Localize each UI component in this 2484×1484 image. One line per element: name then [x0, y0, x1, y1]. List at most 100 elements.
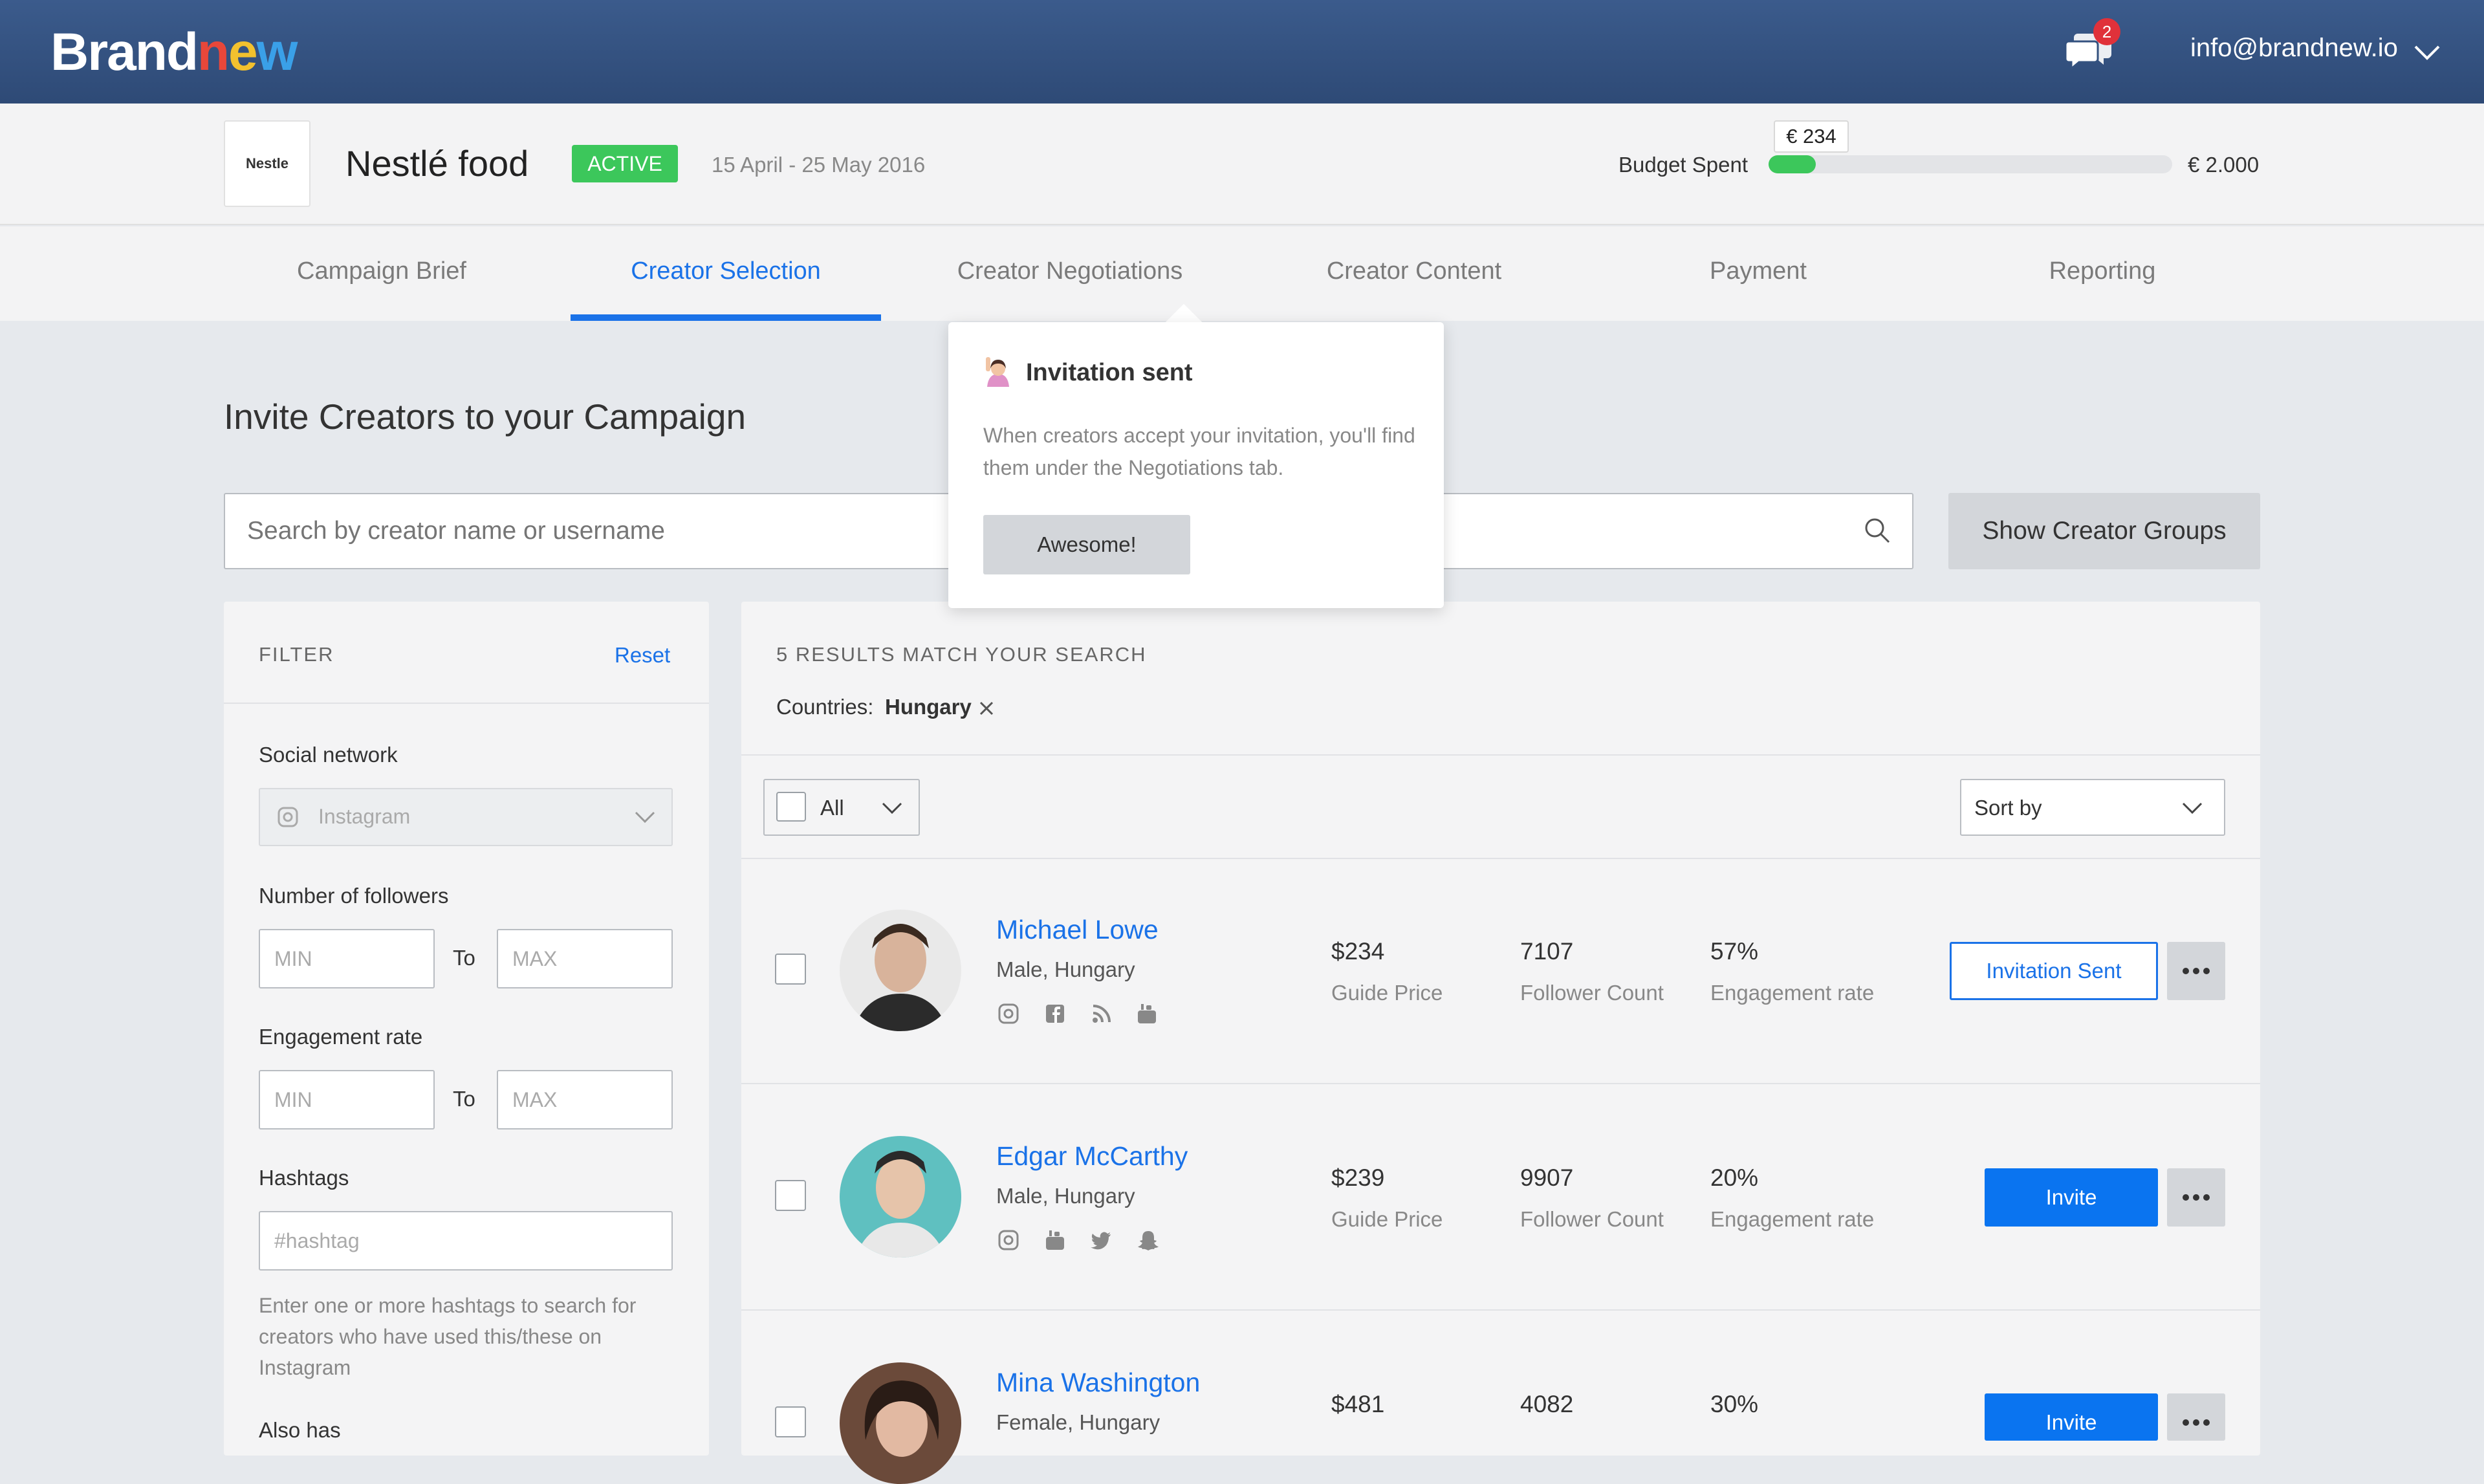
tooltip-body: When creators accept your invitation, yo…: [983, 424, 1415, 479]
select-all-checkbox[interactable]: [776, 792, 806, 822]
hashtag-placeholder: #hashtag: [274, 1229, 360, 1252]
social-network-select[interactable]: Instagram: [259, 788, 673, 846]
campaign-title: Nestlé food: [345, 143, 529, 184]
row-checkbox[interactable]: [775, 1180, 806, 1211]
follower-count-value: 9907: [1520, 1164, 1574, 1191]
follower-count-label: Follower Count: [1520, 981, 1664, 1005]
budget-progress-track: [1769, 155, 2172, 173]
instagram-icon: [278, 807, 298, 827]
instagram-icon[interactable]: [997, 1003, 1019, 1025]
engagement-rate-value: 20%: [1710, 1164, 1759, 1191]
min-placeholder: MIN: [274, 1088, 312, 1111]
tab-creator-negotiations[interactable]: Creator Negotiations: [915, 257, 1225, 285]
results-count: 5 RESULTS MATCH YOUR SEARCH: [776, 643, 1147, 666]
hashtag-help-text: Enter one or more hashtags to search for…: [259, 1294, 637, 1379]
followers-min-input[interactable]: MIN: [259, 929, 435, 988]
creator-avatar[interactable]: [840, 1136, 961, 1258]
user-account-email[interactable]: info@brandnew.io: [2190, 34, 2398, 63]
also-has-label: Also has: [259, 1418, 341, 1442]
more-options-button[interactable]: [2167, 1168, 2225, 1227]
engagement-rate-label: Engagement rate: [259, 1025, 423, 1049]
budget-total: € 2.000: [2188, 153, 2260, 177]
follower-count-value: 4082: [1520, 1391, 1574, 1417]
invite-button[interactable]: Invite: [1985, 1168, 2158, 1227]
tab-creator-selection[interactable]: Creator Selection: [571, 257, 881, 285]
show-creator-groups-button[interactable]: Show Creator Groups: [1948, 493, 2260, 569]
creator-avatar[interactable]: [840, 910, 961, 1031]
chevron-down-icon[interactable]: [2413, 41, 2441, 63]
range-to-label: To: [453, 946, 475, 970]
guide-price-value: $239: [1331, 1164, 1385, 1191]
rss-icon[interactable]: [1091, 1003, 1113, 1025]
youtube-icon[interactable]: [1136, 1003, 1158, 1025]
divider: [741, 754, 2260, 756]
social-network-label: Social network: [259, 743, 398, 767]
range-to-label: To: [453, 1087, 475, 1111]
creator-name[interactable]: Michael Lowe: [996, 915, 1159, 945]
chevron-down-icon[interactable]: [2181, 800, 2203, 816]
engagement-rate-value: 57%: [1710, 938, 1759, 965]
tab-payment[interactable]: Payment: [1603, 257, 1913, 285]
divider: [741, 1083, 2260, 1084]
engagement-rate-value: 30%: [1710, 1391, 1759, 1417]
sort-by-label: Sort by: [1974, 796, 2042, 820]
chevron-down-icon: [635, 811, 655, 824]
more-icon: [2183, 1419, 2210, 1426]
facebook-icon[interactable]: [1044, 1003, 1066, 1025]
select-all-label: All: [820, 796, 844, 820]
awesome-button[interactable]: Awesome!: [983, 515, 1190, 574]
instagram-icon[interactable]: [997, 1229, 1019, 1251]
results-panel: [741, 602, 2260, 1456]
row-checkbox[interactable]: [775, 1406, 806, 1437]
chevron-down-icon[interactable]: [881, 800, 903, 816]
brand-logo: Nestle: [224, 120, 310, 207]
close-icon[interactable]: [977, 699, 996, 718]
tab-campaign-brief[interactable]: Campaign Brief: [226, 257, 537, 285]
divider: [224, 703, 709, 704]
creator-avatar[interactable]: [840, 1362, 961, 1484]
page-title: Invite Creators to your Campaign: [224, 397, 746, 437]
row-checkbox[interactable]: [775, 954, 806, 985]
max-placeholder: MAX: [512, 947, 558, 970]
follower-count-value: 7107: [1520, 938, 1574, 965]
twitter-icon[interactable]: [1091, 1229, 1113, 1251]
search-input[interactable]: [246, 516, 1022, 546]
invite-button[interactable]: Invite: [1985, 1393, 2158, 1441]
budget-spent-value: € 234: [1774, 120, 1849, 153]
snapchat-icon[interactable]: [1137, 1229, 1159, 1251]
countries-filter-label: Countries:: [776, 695, 874, 719]
search-icon[interactable]: [1862, 515, 1893, 546]
follower-count-label: Follower Count: [1520, 1207, 1664, 1231]
creator-name[interactable]: Edgar McCarthy: [996, 1141, 1188, 1172]
followers-label: Number of followers: [259, 884, 449, 908]
active-tab-indicator: [571, 314, 881, 321]
more-options-button[interactable]: [2167, 1393, 2225, 1441]
engagement-rate-label: Engagement rate: [1710, 981, 1875, 1005]
campaign-dates: 15 April - 25 May 2016: [712, 153, 926, 177]
creator-meta: Female, Hungary: [996, 1410, 1160, 1434]
min-placeholder: MIN: [274, 947, 312, 970]
youtube-icon[interactable]: [1044, 1229, 1066, 1251]
creator-meta: Male, Hungary: [996, 957, 1135, 981]
hashtags-label: Hashtags: [259, 1166, 349, 1190]
creator-name[interactable]: Mina Washington: [996, 1368, 1200, 1398]
engagement-min-input[interactable]: MIN: [259, 1070, 435, 1129]
tab-creator-content[interactable]: Creator Content: [1259, 257, 1569, 285]
guide-price-value: $234: [1331, 938, 1385, 965]
social-network-value: Instagram: [318, 805, 411, 828]
guide-price-label: Guide Price: [1331, 1207, 1443, 1231]
followers-max-input[interactable]: MAX: [497, 929, 673, 988]
brandnew-logo[interactable]: Brandnew: [50, 22, 298, 83]
divider: [741, 1309, 2260, 1311]
guide-price-label: Guide Price: [1331, 981, 1443, 1005]
filter-reset-link[interactable]: Reset: [615, 643, 670, 668]
tab-reporting[interactable]: Reporting: [1947, 257, 2258, 285]
notification-count-badge: 2: [2093, 18, 2120, 45]
hashtag-input[interactable]: #hashtag: [259, 1211, 673, 1271]
more-options-button[interactable]: [2167, 942, 2225, 1000]
invitation-sent-button[interactable]: Invitation Sent: [1950, 942, 2158, 1000]
max-placeholder: MAX: [512, 1088, 558, 1111]
engagement-max-input[interactable]: MAX: [497, 1070, 673, 1129]
countries-filter-value: Hungary: [885, 695, 972, 719]
more-icon: [2183, 1194, 2210, 1201]
